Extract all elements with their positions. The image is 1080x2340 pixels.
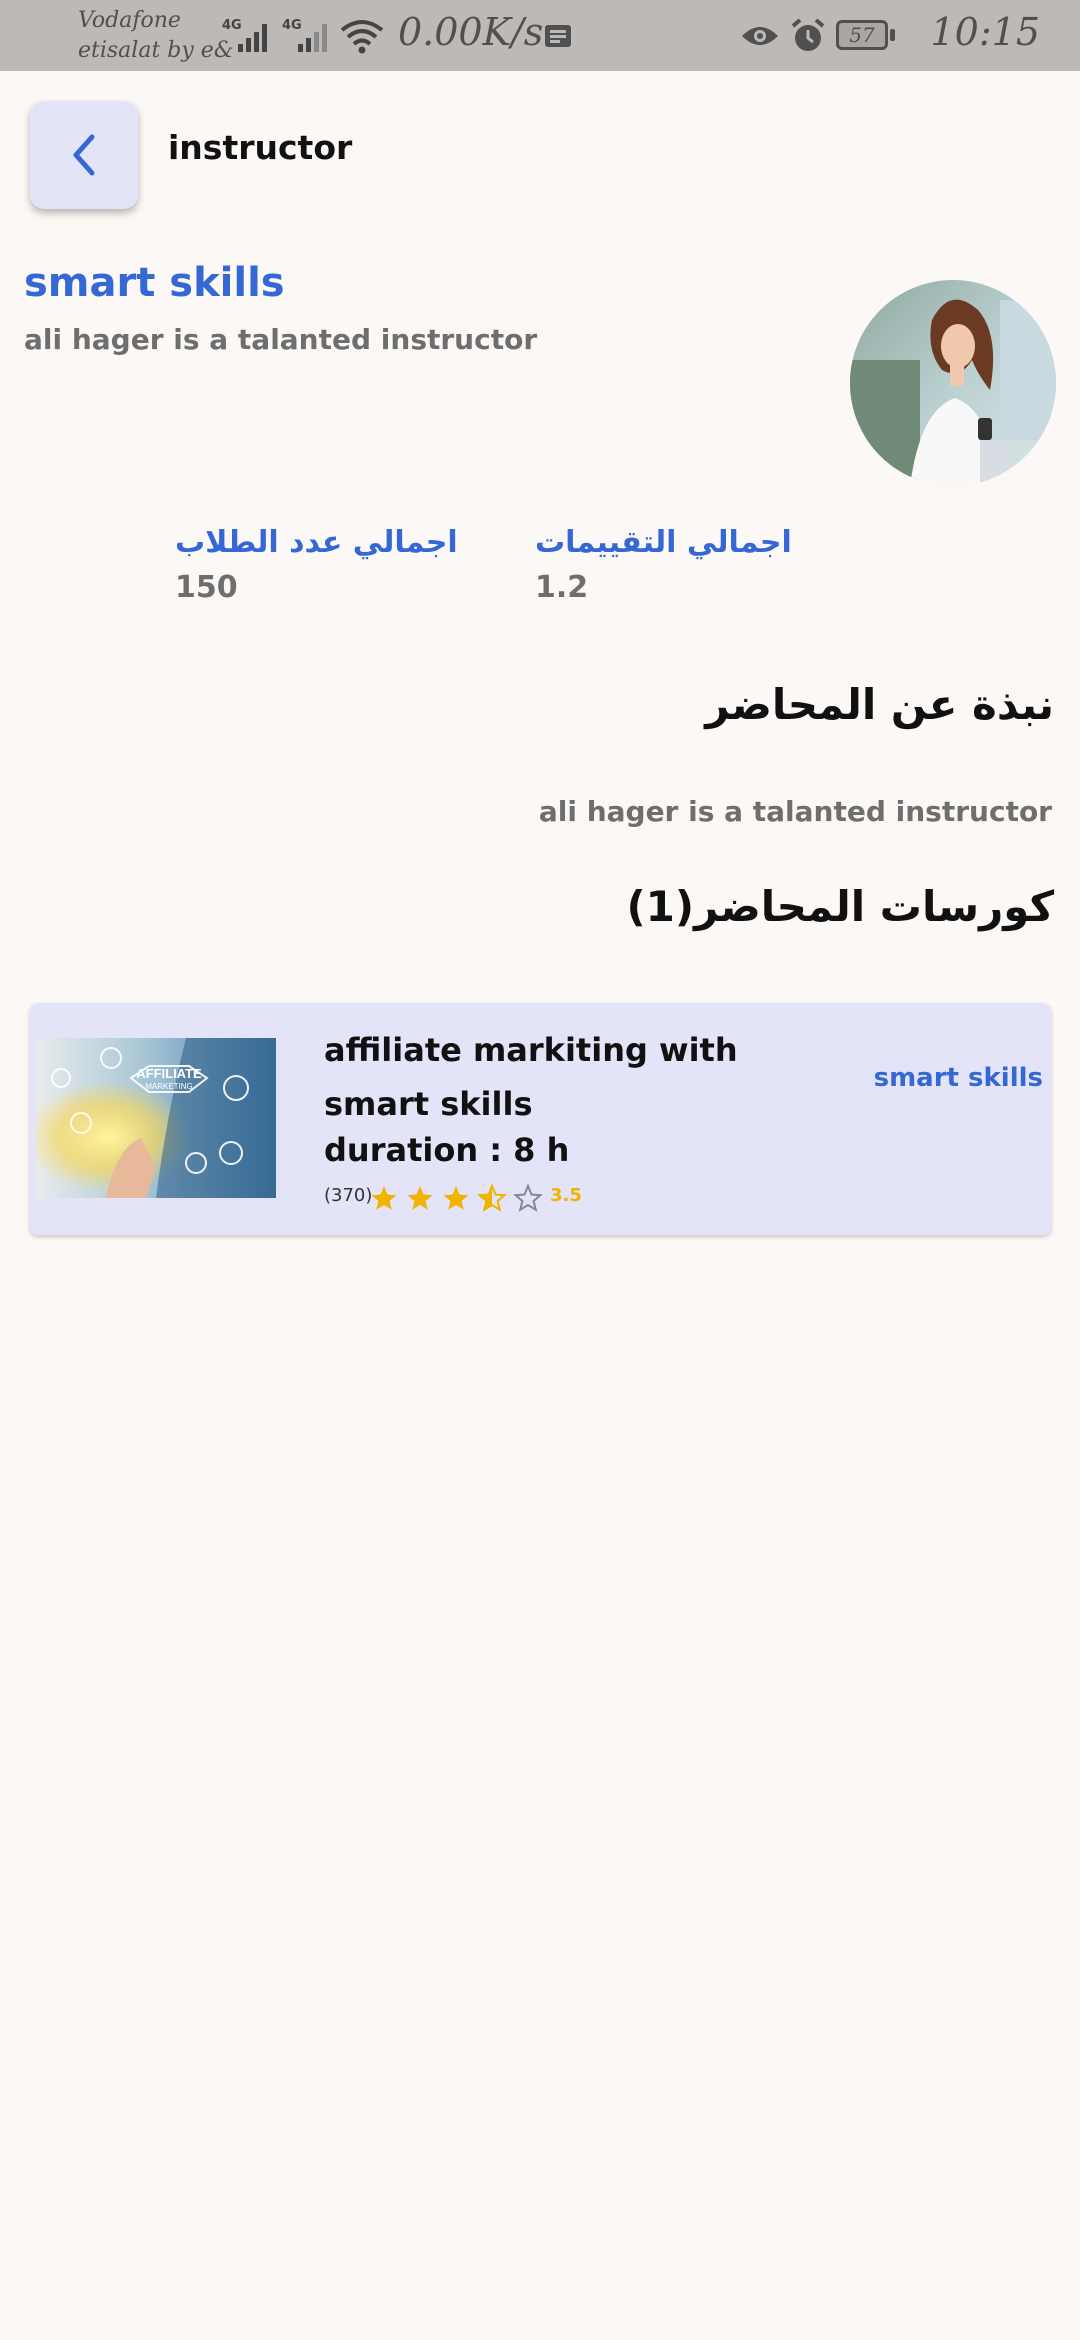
thumb-text-2: MARKETING	[145, 1082, 193, 1091]
battery-level: 57	[849, 23, 875, 47]
course-brand: smart skills	[873, 1063, 1043, 1093]
carrier-label: Vodafone etisalat by e&	[78, 6, 233, 66]
rating-stars	[371, 1185, 542, 1211]
star-icon	[478, 1185, 506, 1211]
net-speed: 0.00K/s	[398, 10, 544, 54]
clock: 10:15	[930, 10, 1040, 54]
battery-icon: 57	[836, 20, 895, 50]
message-icon	[545, 25, 571, 47]
course-review-count: (370)	[324, 1185, 373, 1206]
about-text: ali hager is a talanted instructor	[538, 795, 1052, 828]
wifi-icon	[340, 20, 384, 54]
carrier-line-2: etisalat by e&	[78, 38, 234, 63]
carrier-line-1: Vodafone	[78, 8, 181, 33]
alarm-icon	[791, 18, 825, 51]
instructor-avatar	[850, 280, 1056, 486]
stat-students: اجمالي عدد الطلاب 150	[175, 525, 458, 605]
back-button[interactable]	[30, 101, 138, 209]
thumb-text-1: AFFILIATE	[136, 1066, 202, 1081]
star-icon	[443, 1186, 469, 1210]
eye-icon	[742, 27, 778, 45]
star-icon	[514, 1185, 542, 1211]
stat-ratings-value: 1.2	[535, 570, 589, 605]
course-thumbnail: AFFILIATE MARKETING	[36, 1038, 276, 1198]
instructor-name: smart skills	[24, 260, 285, 306]
about-heading: نبذة عن المحاضر	[705, 680, 1054, 729]
instructor-subtitle: ali hager is a talanted instructor	[24, 323, 538, 356]
star-icon	[407, 1186, 433, 1210]
stat-students-label: اجمالي عدد الطلاب	[175, 525, 458, 560]
stat-students-value: 150	[175, 570, 238, 605]
course-duration: duration : 8 h	[324, 1131, 570, 1169]
courses-heading: كورسات المحاضر(1)	[626, 882, 1054, 931]
star-icon	[371, 1186, 397, 1210]
course-card[interactable]: AFFILIATE MARKETING affiliate markiting …	[30, 1003, 1051, 1235]
chevron-left-icon	[73, 134, 95, 176]
stat-ratings-label: اجمالي التقييمات	[535, 525, 792, 560]
stat-ratings: اجمالي التقييمات 1.2	[535, 525, 792, 605]
course-rating: 3.5	[550, 1185, 582, 1206]
course-title: affiliate markiting with smart skills	[324, 1031, 738, 1123]
status-bar: Vodafone etisalat by e& 4G 4G 0.00K/s 57…	[0, 0, 1080, 71]
page-title: instructor	[168, 128, 353, 167]
